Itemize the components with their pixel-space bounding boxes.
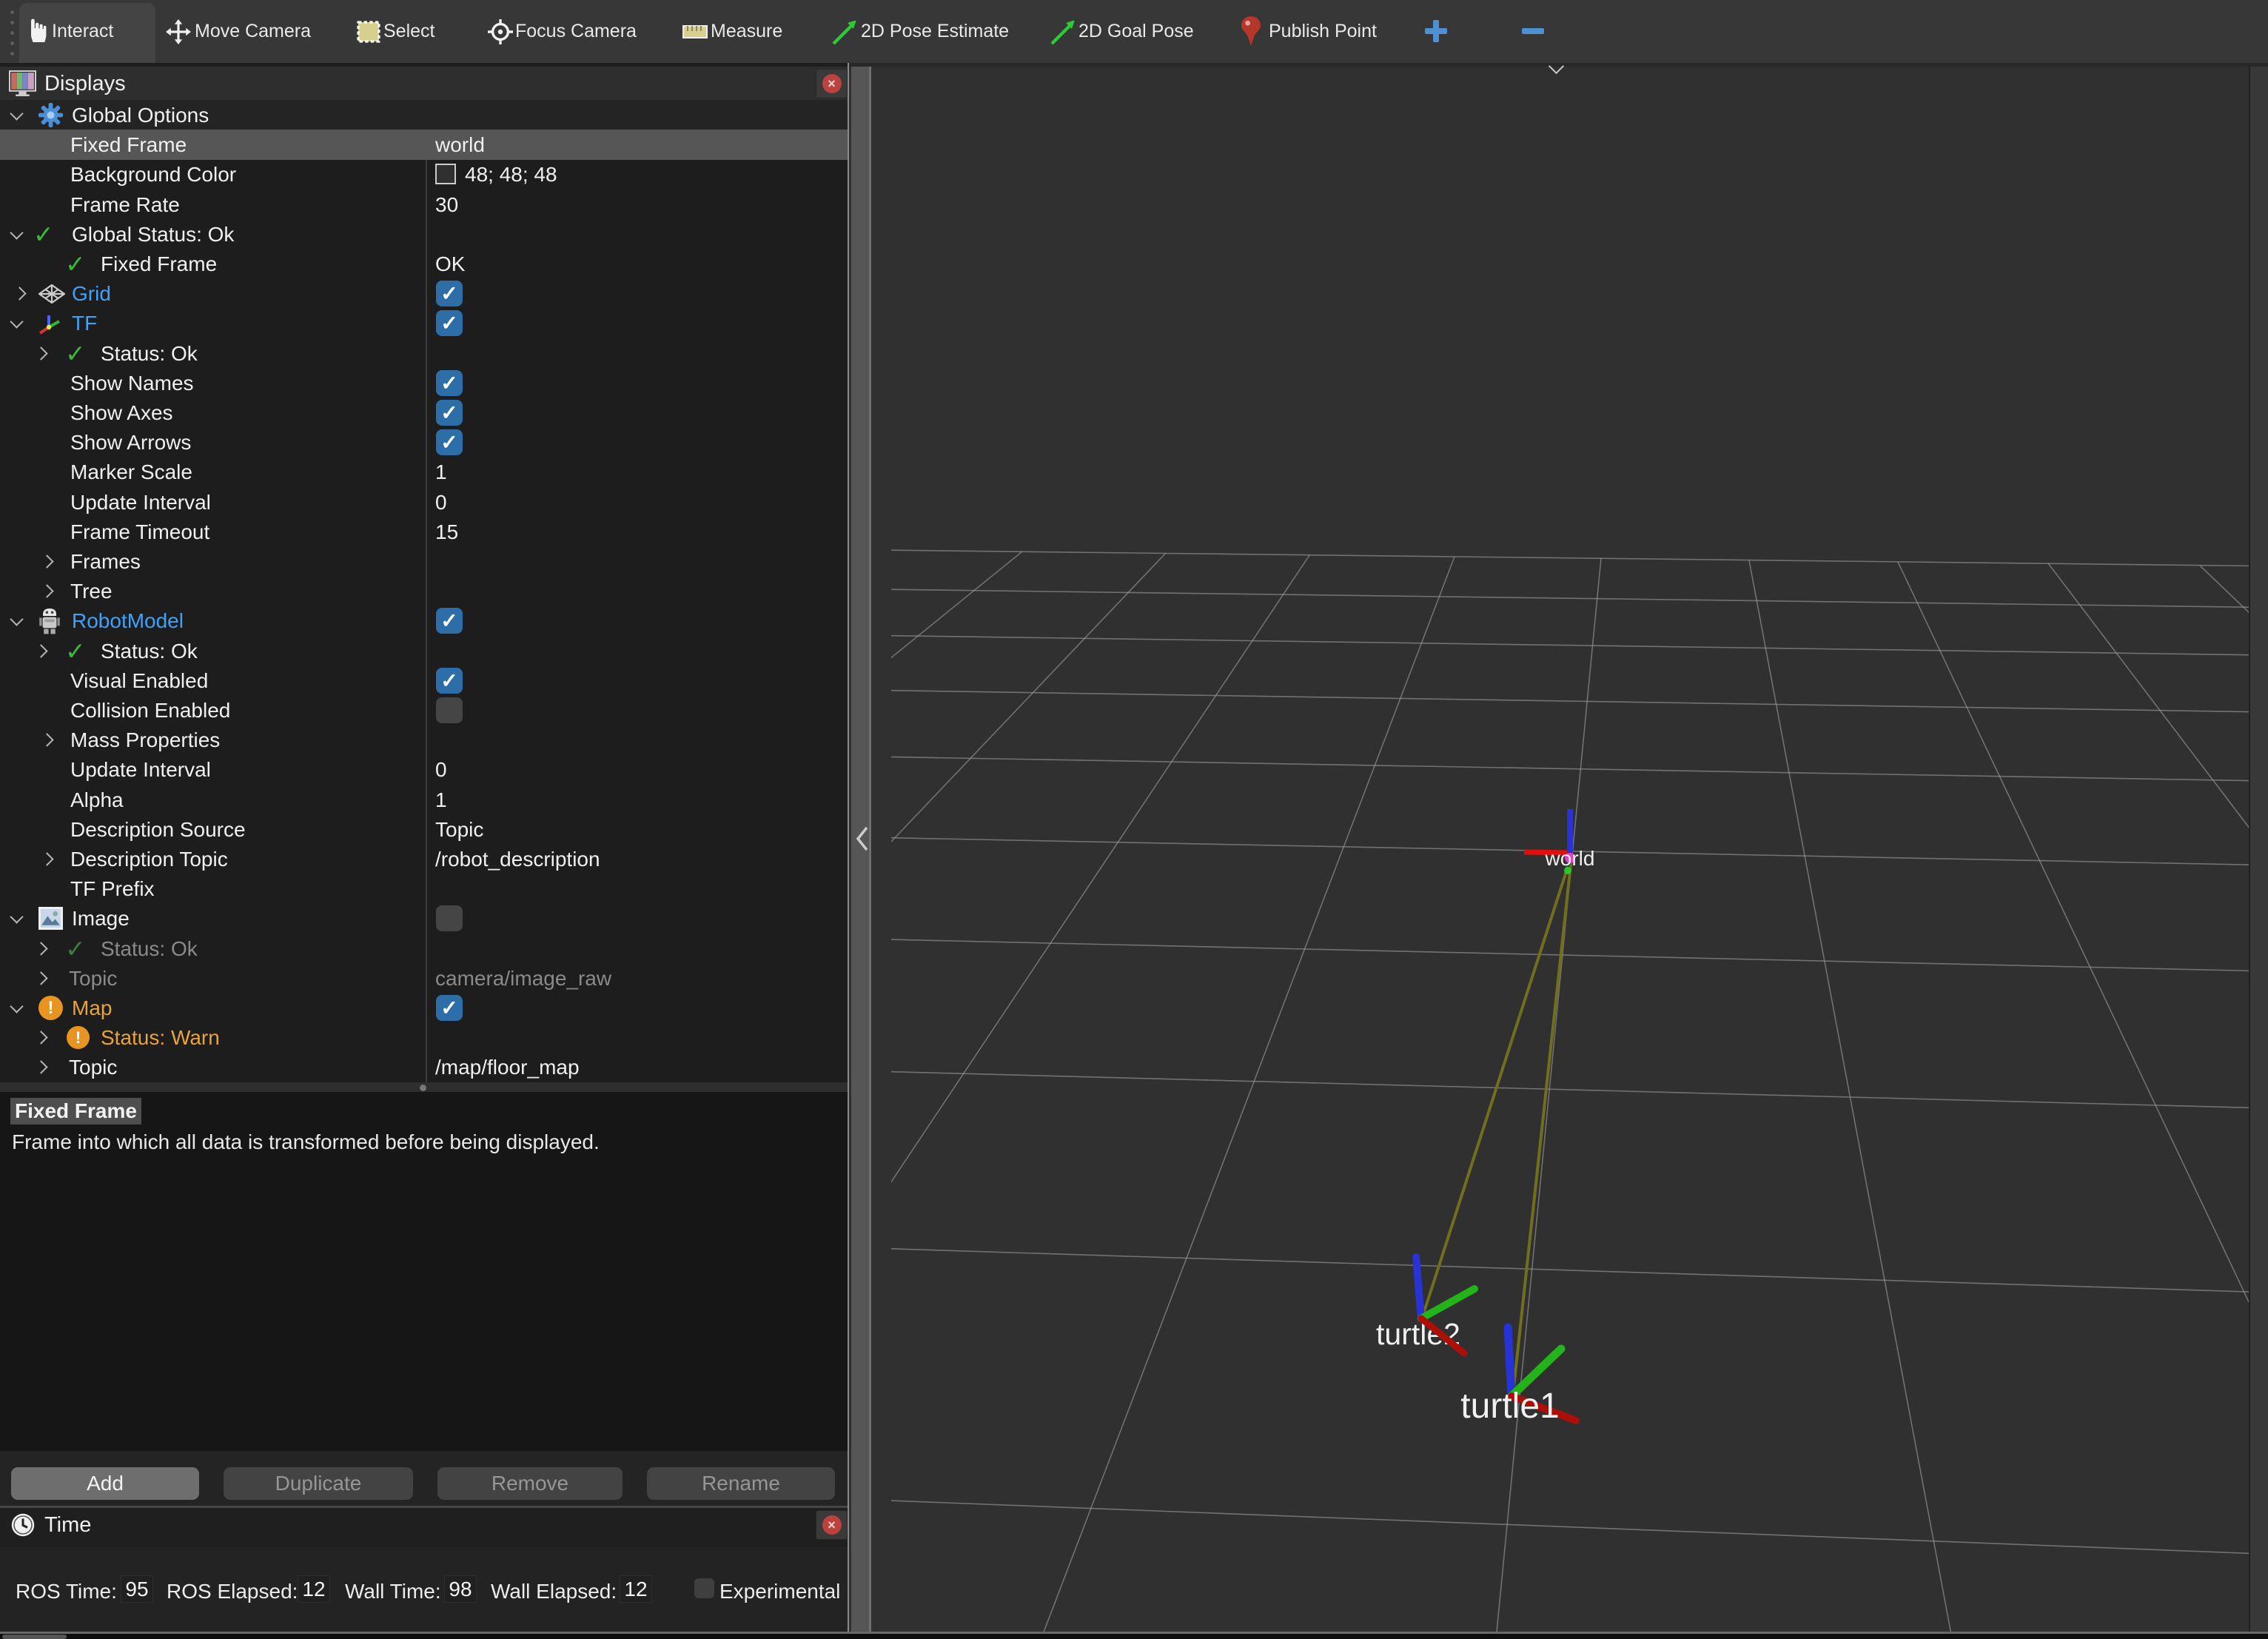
svg-text:turtle1: turtle1 bbox=[1460, 1387, 1559, 1426]
svg-text:turtle2: turtle2 bbox=[1376, 1317, 1460, 1351]
svg-text:world: world bbox=[1545, 847, 1595, 870]
